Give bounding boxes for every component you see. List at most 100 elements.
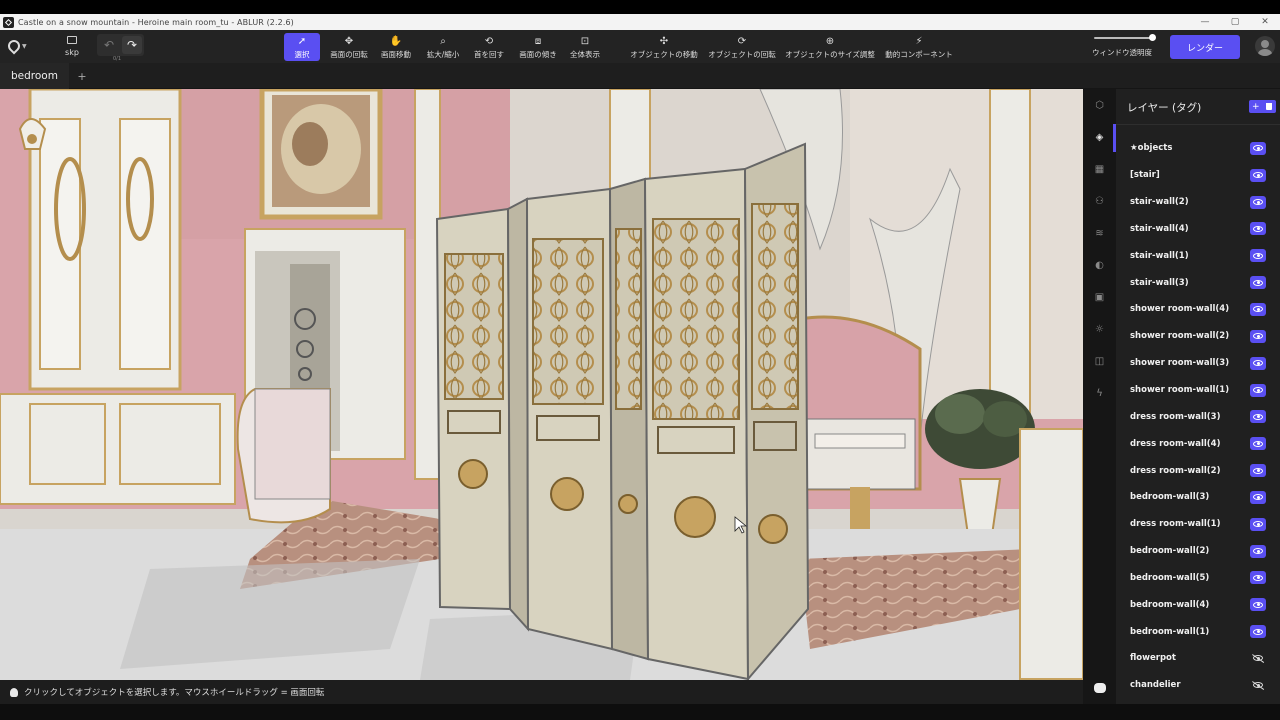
eye-icon[interactable] — [1250, 383, 1266, 397]
eye-icon[interactable] — [1250, 356, 1266, 370]
tool-button-0[interactable]: ➚ 選択 — [284, 33, 320, 61]
tool-button-9[interactable]: ⊕ オブジェクトのサイズ調整 — [784, 33, 876, 61]
eye-icon[interactable] — [1250, 598, 1266, 612]
3d-viewport[interactable] — [0, 89, 1083, 680]
cube-icon[interactable]: ⬡ — [1092, 98, 1107, 113]
material-icon[interactable]: ▦ — [1092, 162, 1107, 177]
layer-name[interactable]: shower room-wall(3) — [1130, 358, 1229, 368]
layer-row[interactable]: stair-wall(3) — [1116, 269, 1280, 296]
opacity-knob[interactable] — [1149, 34, 1157, 41]
tool-button-10[interactable]: ⚡ 動的コンポーネント — [883, 33, 955, 61]
camera-icon[interactable]: ◫ — [1092, 354, 1107, 369]
sphere-icon[interactable]: ◐ — [1092, 258, 1107, 273]
layer-row[interactable]: flowerpot — [1116, 645, 1280, 672]
layer-row[interactable]: stair-wall(4) — [1116, 216, 1280, 243]
layer-row[interactable]: bedroom-wall(1) — [1116, 618, 1280, 645]
layer-name[interactable]: dress room-wall(3) — [1130, 412, 1220, 422]
layer-name[interactable]: ★objects — [1130, 143, 1172, 153]
tool-button-7[interactable]: ✣ オブジェクトの移動 — [628, 33, 700, 61]
eye-icon[interactable] — [1250, 195, 1266, 209]
eye-icon[interactable] — [1250, 276, 1266, 290]
eye-icon[interactable] — [1250, 249, 1266, 263]
close-button[interactable]: ✕ — [1250, 14, 1280, 30]
chat-icon[interactable] — [1094, 683, 1106, 693]
scene-render[interactable] — [0, 89, 1083, 680]
layer-row[interactable]: bedroom-wall(4) — [1116, 591, 1280, 618]
tool-button-2[interactable]: ✋ 画面移動 — [378, 33, 414, 61]
layer-name[interactable]: dress room-wall(2) — [1130, 466, 1220, 476]
eye-icon[interactable] — [1250, 625, 1266, 639]
layer-row[interactable]: stair-wall(1) — [1116, 242, 1280, 269]
tool-button-5[interactable]: ⧈ 画面の傾き — [516, 33, 560, 61]
layer-name[interactable]: stair-wall(4) — [1130, 224, 1189, 234]
eye-icon[interactable] — [1250, 544, 1266, 558]
wind-icon[interactable]: ≋ — [1092, 226, 1107, 241]
user-avatar[interactable] — [1255, 36, 1275, 56]
layer-name[interactable]: stair-wall(2) — [1130, 197, 1189, 207]
layer-row[interactable]: chandelier — [1116, 672, 1280, 699]
layer-name[interactable]: shower room-wall(4) — [1130, 304, 1229, 314]
character-icon[interactable]: ⚇ — [1092, 194, 1107, 209]
layer-name[interactable]: bedroom-wall(4) — [1130, 600, 1209, 610]
app-menu-button[interactable]: ▼ — [5, 37, 30, 55]
image-icon[interactable]: ▣ — [1092, 290, 1107, 305]
layer-row[interactable]: bedroom-wall(2) — [1116, 538, 1280, 565]
add-tab-button[interactable]: + — [76, 63, 88, 89]
add-layer-button[interactable]: + — [1249, 100, 1263, 113]
undo-button[interactable]: ↶ — [99, 36, 119, 54]
delete-layer-button[interactable] — [1263, 100, 1277, 113]
redo-button[interactable]: ↷ — [122, 36, 142, 54]
eye-icon[interactable] — [1250, 302, 1266, 316]
layer-name[interactable]: dress room-wall(1) — [1130, 519, 1220, 529]
eye-icon[interactable] — [1250, 329, 1266, 343]
tab-bedroom[interactable]: bedroom — [0, 63, 69, 89]
skp-file-button[interactable]: skp — [58, 33, 86, 61]
eye-icon[interactable] — [1250, 222, 1266, 236]
layer-name[interactable]: chandelier — [1130, 680, 1181, 690]
eye-off-icon[interactable] — [1250, 652, 1266, 665]
tool-button-3[interactable]: ⌕ 拡大/縮小 — [424, 33, 462, 61]
folding-screen[interactable] — [435, 142, 810, 680]
layer-row[interactable]: stair-wall(2) — [1116, 189, 1280, 216]
layer-name[interactable]: stair-wall(1) — [1130, 251, 1189, 261]
layer-row[interactable]: bedroom-wall(3) — [1116, 484, 1280, 511]
layer-row[interactable]: dress room-wall(4) — [1116, 430, 1280, 457]
eye-icon[interactable] — [1250, 410, 1266, 424]
layer-row[interactable]: shower room-wall(3) — [1116, 350, 1280, 377]
eye-icon[interactable] — [1250, 490, 1266, 504]
eye-icon[interactable] — [1250, 464, 1266, 478]
render-button[interactable]: レンダー — [1170, 35, 1240, 59]
layer-name[interactable]: flowerpot — [1130, 653, 1176, 663]
tool-button-6[interactable]: ⊡ 全体表示 — [566, 33, 604, 61]
layer-row[interactable]: shower room-wall(1) — [1116, 377, 1280, 404]
layer-row[interactable]: dress room-wall(2) — [1116, 457, 1280, 484]
sun-icon[interactable]: ☼ — [1092, 322, 1107, 337]
layer-row[interactable]: shower room-wall(4) — [1116, 296, 1280, 323]
layer-name[interactable]: [stair] — [1130, 170, 1160, 180]
layer-name[interactable]: bedroom-wall(1) — [1130, 627, 1209, 637]
layer-row[interactable]: [stair] — [1116, 162, 1280, 189]
eye-icon[interactable] — [1250, 168, 1266, 182]
eye-icon[interactable] — [1250, 437, 1266, 451]
layer-row[interactable]: dress room-wall(3) — [1116, 403, 1280, 430]
layer-name[interactable]: bedroom-wall(3) — [1130, 492, 1209, 502]
maximize-button[interactable]: ▢ — [1220, 14, 1250, 30]
eye-icon[interactable] — [1250, 141, 1266, 155]
lightning-icon[interactable]: ϟ — [1092, 386, 1107, 401]
layer-name[interactable]: bedroom-wall(2) — [1130, 546, 1209, 556]
tool-button-1[interactable]: ✥ 画面の回転 — [327, 33, 371, 61]
layer-name[interactable]: stair-wall(3) — [1130, 278, 1189, 288]
eye-icon[interactable] — [1250, 517, 1266, 531]
layer-row[interactable]: ★objects — [1116, 135, 1280, 162]
eye-off-icon[interactable] — [1250, 679, 1266, 692]
opacity-track[interactable] — [1094, 37, 1154, 39]
layer-row[interactable]: dress room-wall(1) — [1116, 511, 1280, 538]
window-opacity-slider[interactable]: ウィンドウ透明度 — [1092, 33, 1158, 59]
minimize-button[interactable]: — — [1190, 14, 1220, 30]
layer-row[interactable]: bedroom-wall(5) — [1116, 565, 1280, 592]
layer-name[interactable]: dress room-wall(4) — [1130, 439, 1220, 449]
layer-row[interactable]: shower room-wall(2) — [1116, 323, 1280, 350]
layer-name[interactable]: bedroom-wall(5) — [1130, 573, 1209, 583]
layer-name[interactable]: shower room-wall(1) — [1130, 385, 1229, 395]
layer-name[interactable]: shower room-wall(2) — [1130, 331, 1229, 341]
